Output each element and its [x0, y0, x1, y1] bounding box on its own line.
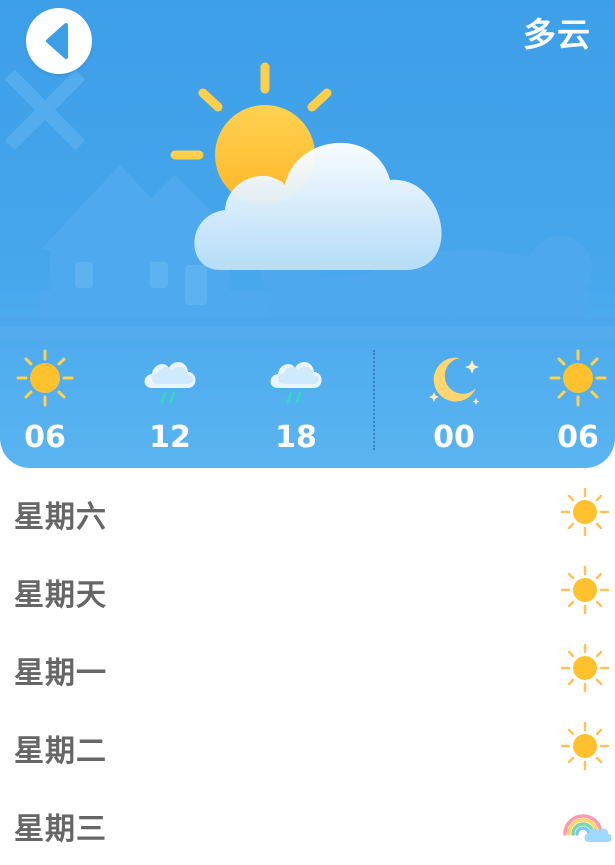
rain-cloud-icon [270, 362, 322, 404]
list-item[interactable]: 星期一 [0, 628, 615, 706]
hour-label: 12 [149, 420, 191, 455]
sun-icon [16, 349, 74, 407]
hour-label: 00 [433, 420, 475, 455]
rain-cloud-icon [144, 362, 196, 404]
rainbow-icon [563, 814, 611, 842]
list-item[interactable]: 星期三 [0, 784, 615, 862]
day-label: 星期六 [14, 500, 107, 535]
hour-label: 06 [557, 420, 599, 455]
list-item[interactable]: 星期六 [0, 472, 615, 550]
list-item[interactable]: 星期天 [0, 550, 615, 628]
day-label: 星期天 [14, 578, 107, 613]
moon-icon [429, 357, 480, 405]
weather-app: 多云 06 12 18 00 06 星期六 星期天 星期一 星期二 星期三 [0, 0, 615, 865]
day-divider [373, 350, 375, 450]
back-arrow-icon [46, 23, 68, 59]
partly-cloudy-icon [170, 62, 442, 270]
sun-icon [560, 643, 610, 693]
sun-icon [549, 349, 607, 407]
hour-label: 06 [24, 420, 66, 455]
sun-icon [560, 721, 610, 771]
list-item[interactable]: 星期二 [0, 706, 615, 784]
day-label: 星期一 [14, 656, 107, 691]
hourly-forecast: 06 12 18 00 06 [0, 340, 615, 468]
day-label: 星期三 [14, 812, 107, 847]
sun-icon [560, 487, 610, 537]
day-label: 星期二 [14, 734, 107, 769]
weather-header: 多云 06 12 18 00 06 [0, 0, 615, 468]
hour-label: 18 [275, 420, 317, 455]
sun-icon [560, 565, 610, 615]
back-button[interactable] [26, 8, 92, 74]
condition-title: 多云 [523, 15, 591, 54]
